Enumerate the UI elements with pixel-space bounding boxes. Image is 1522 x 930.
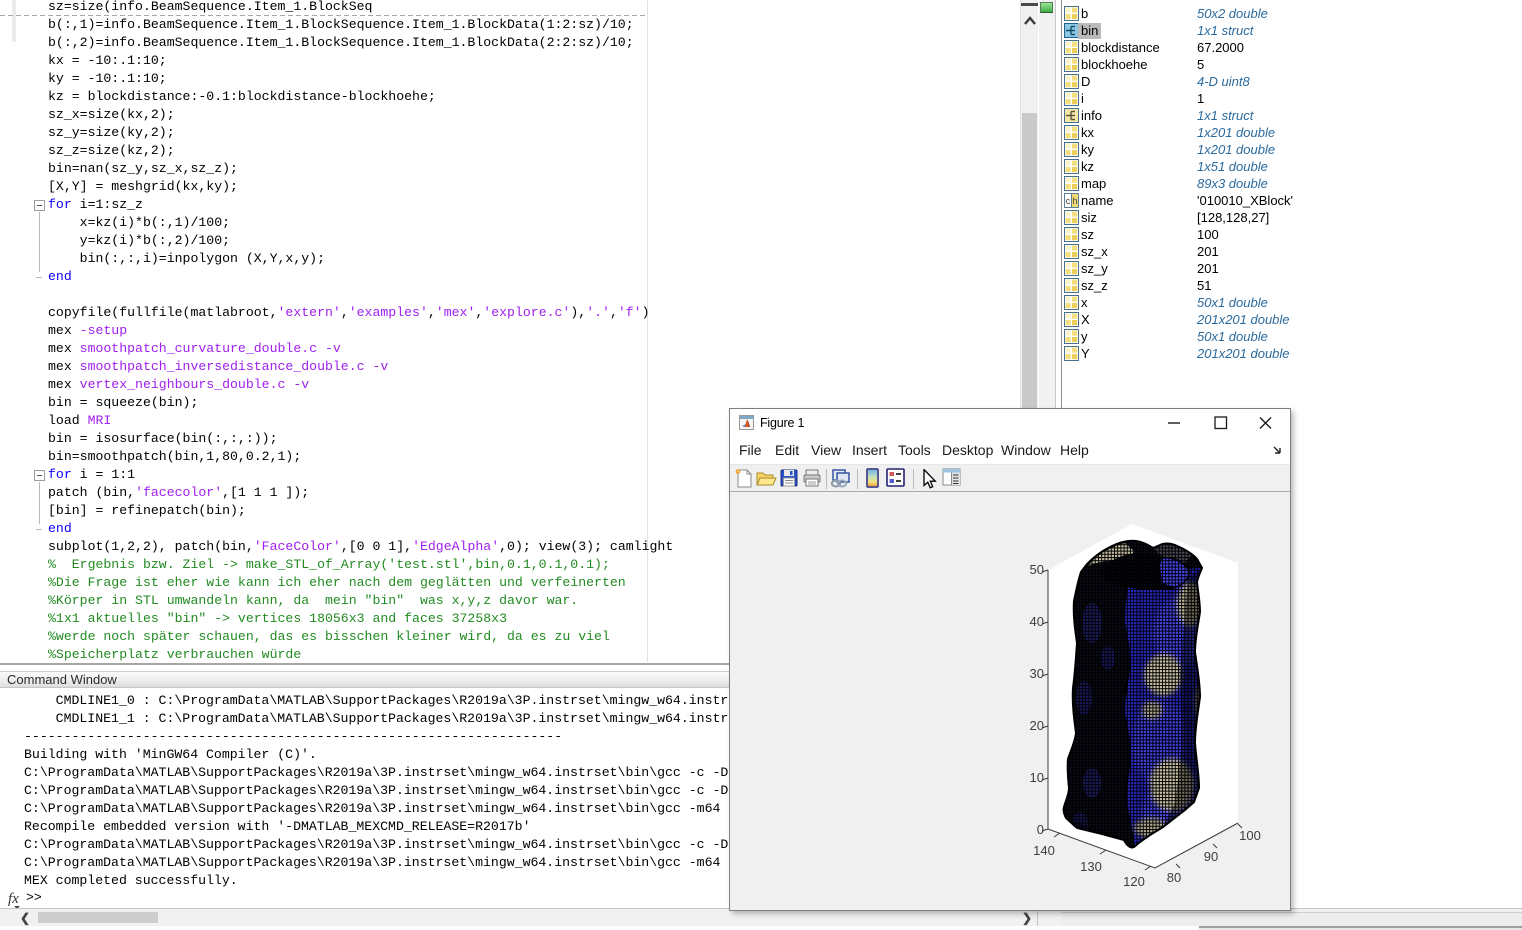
svg-text:100: 100 (1239, 828, 1261, 843)
svg-text:130: 130 (1080, 859, 1102, 874)
svg-text:20: 20 (1030, 718, 1044, 733)
svg-text:40: 40 (1030, 614, 1044, 629)
svg-text:c: c (1066, 196, 1071, 206)
svg-text:50: 50 (1030, 562, 1044, 577)
svg-text:80: 80 (1167, 870, 1181, 885)
svg-text:120: 120 (1123, 874, 1145, 889)
svg-text:30: 30 (1030, 666, 1044, 681)
svg-text:10: 10 (1030, 770, 1044, 785)
svg-text:140: 140 (1033, 843, 1055, 858)
svg-text:h: h (1072, 196, 1077, 206)
svg-text:90: 90 (1204, 849, 1218, 864)
svg-text:0: 0 (1037, 822, 1044, 837)
